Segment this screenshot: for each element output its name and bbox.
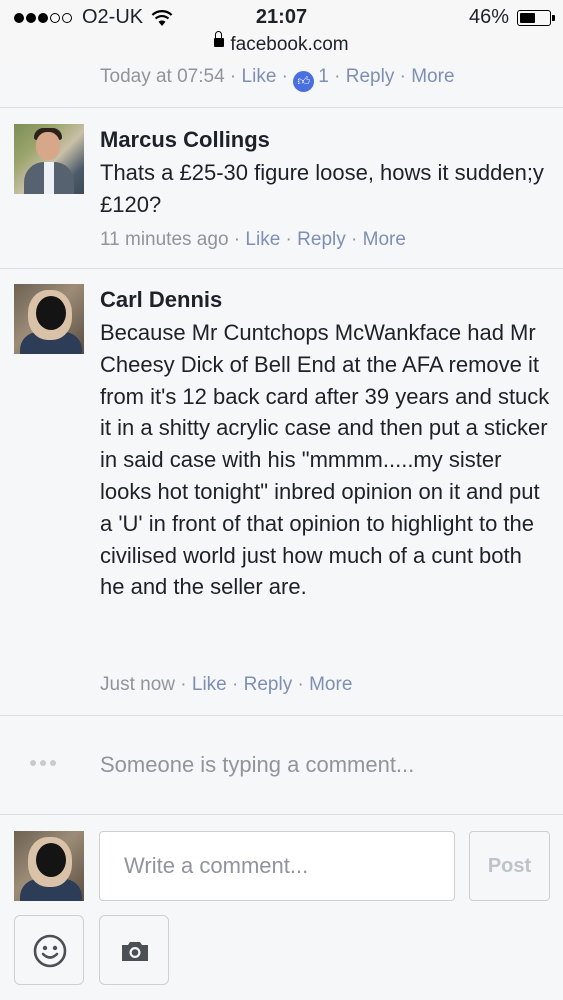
reply-link[interactable]: Reply [244, 674, 293, 695]
more-link[interactable]: More [309, 674, 352, 695]
avatar[interactable] [14, 284, 84, 354]
comment-meta: 11 minutes ago · Like · Reply · More [100, 229, 406, 250]
comment-time: 11 minutes ago [100, 229, 229, 250]
previous-comment-meta: Today at 07:54 · Like · 👍︎ 1 · Reply · Mo… [100, 66, 455, 92]
typing-text: Someone is typing a comment... [100, 752, 415, 777]
thumbs-up-icon: 👍︎ [293, 71, 315, 92]
post-button[interactable]: Post [469, 831, 550, 901]
comment-carl: Carl Dennis Because Mr Cuntchops McWankf… [0, 269, 563, 715]
battery-icon [517, 9, 555, 26]
photo-button[interactable] [99, 915, 169, 985]
current-user-avatar [14, 831, 84, 901]
typing-indicator: Someone is typing a comment... [0, 716, 563, 814]
typing-dots-icon [30, 760, 60, 766]
comment-time: Today at 07:54 [100, 66, 225, 87]
more-link[interactable]: More [411, 66, 454, 87]
lock-icon [214, 31, 225, 48]
reply-link[interactable]: Reply [346, 66, 395, 87]
comment-author[interactable]: Carl Dennis [100, 287, 222, 313]
url-text: facebook.com [230, 34, 349, 55]
status-right: 46% [468, 6, 555, 29]
camera-icon [122, 942, 148, 961]
like-link[interactable]: Like [242, 66, 277, 87]
like-link[interactable]: Like [192, 674, 227, 695]
comment-text: Thats a £25-30 figure loose, hows it sud… [100, 160, 544, 217]
status-bar: O2-UK 21:07 46% [0, 0, 563, 36]
comment-author[interactable]: Marcus Collings [100, 127, 270, 153]
comment-composer: Post [0, 815, 563, 1000]
comment-input[interactable] [99, 831, 455, 901]
reply-link[interactable]: Reply [297, 229, 346, 250]
more-link[interactable]: More [363, 229, 406, 250]
reaction-count[interactable]: 1 [318, 66, 329, 87]
battery-percentage: 46% [468, 6, 509, 28]
comment-marcus: Marcus Collings Thats a £25-30 figure lo… [0, 108, 563, 268]
sticker-button[interactable] [14, 915, 84, 985]
smiley-icon [33, 934, 67, 968]
like-link[interactable]: Like [245, 229, 280, 250]
comment-text: Because Mr Cuntchops McWankface had Mr C… [100, 320, 550, 600]
avatar[interactable] [14, 124, 84, 194]
comment-time: Just now [100, 674, 175, 695]
comment-meta: Just now · Like · Reply · More [100, 674, 353, 695]
address-bar[interactable]: facebook.com [0, 31, 563, 64]
